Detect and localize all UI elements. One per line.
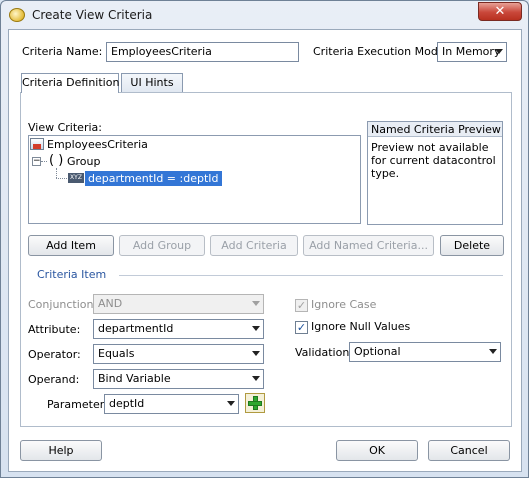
operand-select[interactable]: Bind Variable (93, 369, 264, 389)
chevron-down-icon (252, 351, 260, 356)
validation-value: Optional (354, 345, 401, 358)
preview-title: Named Criteria Preview (368, 122, 502, 137)
parameter-label: Parameter: (47, 398, 108, 411)
chevron-down-icon (252, 301, 260, 306)
chevron-down-icon (252, 376, 260, 381)
tree-criteria-item-selected[interactable]: departmentId = :deptId (85, 171, 222, 186)
view-criteria-tree[interactable]: EmployeesCriteria − ( ) Group XYZ depart… (28, 135, 361, 224)
tab-criteria-definition[interactable]: Criteria Definition (21, 73, 119, 93)
criteria-name-input[interactable]: EmployeesCriteria (106, 42, 299, 62)
conjunction-label: Conjunction: (28, 298, 98, 311)
cancel-button[interactable]: Cancel (428, 440, 510, 461)
app-icon (9, 8, 25, 22)
ignore-null-label: Ignore Null Values (311, 320, 411, 333)
operator-label: Operator: (28, 348, 81, 361)
add-named-criteria-button[interactable]: Add Named Criteria... (303, 235, 434, 256)
criteria-root-icon (30, 138, 44, 150)
section-divider (119, 275, 503, 276)
chevron-down-icon (227, 401, 235, 406)
criteria-item-section-label: Criteria Item (37, 268, 107, 281)
window-title: Create View Criteria (32, 8, 153, 22)
plus-icon-bar (248, 401, 262, 406)
tree-group-item[interactable]: Group (67, 155, 101, 168)
delete-label: Delete (453, 239, 491, 252)
criteria-name-label: Criteria Name: (22, 45, 103, 58)
validation-label: Validation: (295, 346, 354, 359)
view-criteria-label: View Criteria: (28, 121, 102, 134)
tree-connector-vertical (56, 168, 57, 178)
add-parameter-button[interactable] (245, 393, 265, 413)
criteria-root-icon-mark (33, 144, 41, 149)
operator-value: Equals (98, 347, 135, 360)
attribute-item-icon: XYZ (68, 173, 84, 183)
attribute-value: departmentId (98, 322, 174, 335)
dialog-content: Criteria Name: EmployeesCriteria Criteri… (8, 29, 522, 472)
add-item-label: Add Item (46, 239, 96, 252)
chevron-down-icon (495, 49, 503, 54)
ignore-null-checkbox[interactable]: ✓ (295, 321, 308, 334)
operator-select[interactable]: Equals (93, 344, 264, 364)
tree-root-item[interactable]: EmployeesCriteria (47, 138, 148, 151)
execution-mode-value: In Memory (442, 45, 501, 58)
ok-label: OK (369, 444, 385, 457)
ok-button[interactable]: OK (336, 440, 418, 461)
preview-panel: Named Criteria Preview Preview not avail… (367, 121, 503, 225)
collapse-toggle-icon[interactable]: − (32, 157, 41, 166)
execution-mode-select[interactable]: In Memory (437, 42, 507, 62)
tab-ui-hints[interactable]: UI Hints (121, 73, 183, 92)
delete-button[interactable]: Delete (440, 235, 504, 256)
dialog-window: Create View Criteria ✕ Criteria Name: Em… (0, 0, 529, 478)
ignore-case-label: Ignore Case (311, 298, 377, 311)
add-criteria-button[interactable]: Add Criteria (210, 235, 298, 256)
validation-select[interactable]: Optional (349, 342, 501, 362)
tree-connector-horizontal (56, 178, 67, 179)
ignore-case-checkbox[interactable]: ✓ (295, 299, 308, 312)
title-bar[interactable]: Create View Criteria ✕ (1, 1, 528, 29)
tree-connector (41, 161, 47, 162)
group-parens-icon: ( ) (49, 153, 64, 168)
cancel-label: Cancel (450, 444, 488, 457)
add-named-criteria-label: Add Named Criteria... (309, 239, 428, 252)
help-label: Help (48, 444, 74, 457)
add-item-button[interactable]: Add Item (28, 235, 114, 256)
operand-label: Operand: (28, 373, 80, 386)
parameter-value: deptId (109, 397, 145, 410)
chevron-down-icon (252, 326, 260, 331)
help-button[interactable]: Help (20, 440, 102, 461)
add-criteria-label: Add Criteria (221, 239, 287, 252)
parameter-select[interactable]: deptId (104, 394, 239, 414)
attribute-select[interactable]: departmentId (93, 319, 264, 339)
chevron-down-icon (489, 349, 497, 354)
add-group-button[interactable]: Add Group (119, 235, 205, 256)
attribute-label: Attribute: (28, 323, 81, 336)
operand-value: Bind Variable (98, 372, 171, 385)
add-group-label: Add Group (132, 239, 192, 252)
conjunction-select[interactable]: AND (93, 294, 264, 314)
close-icon: ✕ (494, 4, 506, 19)
conjunction-value: AND (98, 297, 123, 310)
preview-text: Preview not available for current dataco… (371, 141, 496, 180)
close-button[interactable]: ✕ (478, 2, 522, 21)
criteria-definition-panel: View Criteria: EmployeesCriteria − ( ) G… (20, 92, 512, 427)
execution-mode-label: Criteria Execution Mode: (313, 45, 449, 58)
